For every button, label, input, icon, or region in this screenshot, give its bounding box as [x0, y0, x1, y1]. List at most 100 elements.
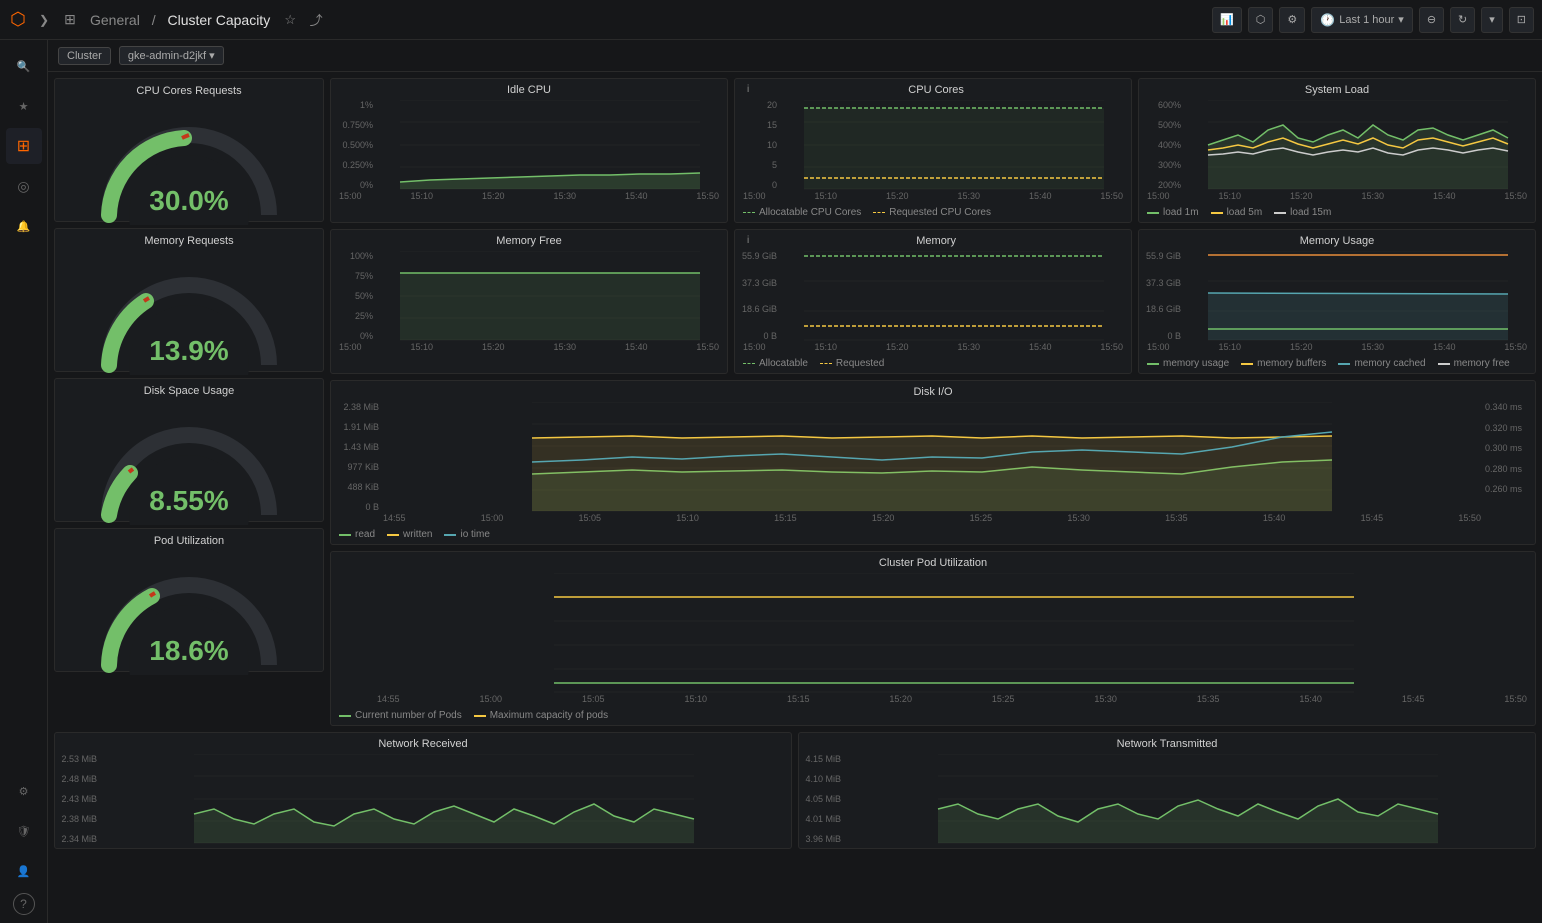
legend-dash-yellow-2	[820, 363, 832, 365]
disk-io-title: Disk I/O	[331, 381, 1535, 400]
cluster-pod-legend: Current number of Pods Maximum capacity …	[331, 708, 1535, 725]
idle-cpu-y-labels: 1% 0.750% 0.500% 0.250% 0%	[335, 100, 375, 190]
pod-utilization-value: 18.6%	[149, 635, 228, 667]
network-received-title: Network Received	[55, 733, 791, 752]
panel-memory: i Memory 55.9 GiB 37.3 GiB 18.6 GiB 0 B	[734, 229, 1132, 374]
panel-memory-usage: Memory Usage 55.9 GiB 37.3 GiB 18.6 GiB …	[1138, 229, 1536, 374]
cpu-cores-body: 20 15 10 5 0	[735, 98, 1131, 205]
grid-icon[interactable]: ⊞	[60, 10, 80, 30]
network-received-y-labels: 2.53 MiB 2.48 MiB 2.43 MiB 2.38 MiB 2.34…	[59, 754, 99, 844]
memory-usage-svg	[1185, 251, 1531, 341]
cluster-pod-chart-container: 500 400 300 200 100 0	[335, 573, 1531, 693]
legend-mem-cached: memory cached	[1338, 358, 1425, 369]
legend-line-white	[1274, 212, 1286, 214]
panel-memory-requests: Memory Requests 13.9%	[54, 228, 324, 372]
legend-read: read	[339, 529, 375, 540]
cluster-filter-label[interactable]: Cluster	[58, 47, 111, 65]
panel-disk-io: Disk I/O 2.38 MiB 1.91 MiB 1.43 MiB 977 …	[330, 380, 1536, 545]
sidebar-item-config[interactable]: ⚙	[6, 773, 42, 809]
disk-io-body: 2.38 MiB 1.91 MiB 1.43 MiB 977 KiB 488 K…	[331, 400, 1535, 527]
legend-line-green-2	[1147, 363, 1159, 365]
grafana-logo[interactable]: ⬡	[8, 10, 28, 30]
dashboard-grid: CPU Cores Requests 30.0%	[48, 72, 1542, 732]
gauges-column: CPU Cores Requests 30.0%	[54, 78, 324, 726]
sidebar-item-search[interactable]: 🔍	[6, 48, 42, 84]
pod-utilization-body: 18.6%	[55, 551, 323, 671]
legend-load-15m: load 15m	[1274, 207, 1331, 218]
legend-line-written	[387, 534, 399, 536]
panel-cpu-cores: i CPU Cores 20 15 10 5 0	[734, 78, 1132, 223]
cpu-cores-legend: Allocatable CPU Cores Requested CPU Core…	[735, 205, 1131, 222]
time-range-picker[interactable]: 🕐 Last 1 hour ▾	[1311, 7, 1413, 33]
memory-usage-chart-wrapper: 55.9 GiB 37.3 GiB 18.6 GiB 0 B	[1143, 251, 1531, 341]
kiosk-button[interactable]: ⊡	[1509, 7, 1534, 33]
settings-button[interactable]: ⚙	[1279, 7, 1305, 33]
legend-line-green	[1147, 212, 1159, 214]
legend-written: written	[387, 529, 432, 540]
idle-cpu-svg	[377, 100, 723, 190]
disk-io-chart-container: 2.38 MiB 1.91 MiB 1.43 MiB 977 KiB 488 K…	[335, 402, 1531, 523]
panel-disk-space: Disk Space Usage 8.55%	[54, 378, 324, 522]
idle-cpu-x-labels: 15:00 15:10 15:20 15:30 15:40 15:50	[335, 191, 723, 201]
memory-usage-title: Memory Usage	[1139, 230, 1535, 249]
system-load-body: 600% 500% 400% 300% 200%	[1139, 98, 1535, 205]
star-dashboard-button[interactable]: ⬡	[1248, 7, 1274, 33]
legend-mem-usage: memory usage	[1147, 358, 1229, 369]
toggle-sidebar[interactable]: ❯	[34, 10, 54, 30]
breadcrumb: General / Cluster Capacity	[86, 12, 274, 28]
sidebar-item-dashboards[interactable]: ⊞	[6, 128, 42, 164]
network-transmitted-title: Network Transmitted	[799, 733, 1535, 752]
sidebar-item-avatar[interactable]: 👤	[6, 853, 42, 889]
cpu-cores-requests-value: 30.0%	[149, 185, 228, 217]
cluster-filter-value[interactable]: gke-admin-d2jkf ▾	[119, 46, 224, 65]
cpu-cores-title: i CPU Cores	[735, 79, 1131, 98]
panel-memory-free: Memory Free 100% 75% 50% 25% 0%	[330, 229, 728, 374]
time-range-label: Last 1 hour	[1339, 14, 1394, 26]
legend-dash-yellow	[873, 212, 885, 214]
legend-io-time: io time	[444, 529, 489, 540]
sidebar-item-alerting[interactable]: 🔔	[6, 208, 42, 244]
charts-column: Idle CPU 1% 0.750% 0.500% 0.250% 0%	[330, 78, 1536, 726]
row-2-charts: Memory Free 100% 75% 50% 25% 0%	[330, 229, 1536, 374]
top-bar-right: 📊 ⬡ ⚙ 🕐 Last 1 hour ▾ ⊖ ↻ ▾ ⊡	[1212, 7, 1534, 33]
network-transmitted-body: 4.15 MiB 4.10 MiB 4.05 MiB 4.01 MiB 3.96…	[799, 752, 1535, 848]
refresh-button[interactable]: ↻	[1450, 7, 1475, 33]
breadcrumb-parent[interactable]: General	[90, 12, 140, 28]
share-icon[interactable]: ⤴	[306, 10, 326, 30]
sidebar-item-help[interactable]: ?	[13, 893, 35, 915]
memory-info-icon[interactable]: i	[743, 235, 749, 246]
cpu-cores-requests-body: 30.0%	[55, 101, 323, 221]
legend-line-read	[339, 534, 351, 536]
disk-space-body: 8.55%	[55, 401, 323, 521]
star-icon[interactable]: ☆	[280, 10, 300, 30]
legend-current-pods: Current number of Pods	[339, 710, 462, 721]
network-charts-row: Network Received 2.53 MiB 2.48 MiB 2.43 …	[48, 732, 1542, 855]
idle-cpu-body: 1% 0.750% 0.500% 0.250% 0%	[331, 98, 727, 205]
zoom-out-button[interactable]: ⊖	[1419, 7, 1444, 33]
disk-io-y-left: 2.38 MiB 1.91 MiB 1.43 MiB 977 KiB 488 K…	[335, 402, 381, 512]
memory-x-labels: 15:00 15:10 15:20 15:30 15:40 15:50	[739, 342, 1127, 352]
memory-svg	[781, 251, 1127, 341]
cpu-cores-requests-title: CPU Cores Requests	[55, 79, 323, 101]
memory-free-y-labels: 100% 75% 50% 25% 0%	[335, 251, 375, 341]
main-content: Cluster gke-admin-d2jkf ▾ CPU Cores Requ…	[48, 40, 1542, 923]
system-load-x-labels: 15:00 15:10 15:20 15:30 15:40 15:50	[1143, 191, 1531, 201]
network-transmitted-y-labels: 4.15 MiB 4.10 MiB 4.05 MiB 4.01 MiB 3.96…	[803, 754, 843, 844]
legend-line-yellow	[1211, 212, 1223, 214]
refresh-interval-button[interactable]: ▾	[1481, 7, 1503, 33]
panel-network-transmitted: Network Transmitted 4.15 MiB 4.10 MiB 4.…	[798, 732, 1536, 849]
sidebar-item-starred[interactable]: ★	[6, 88, 42, 124]
system-load-chart-wrapper: 600% 500% 400% 300% 200%	[1143, 100, 1531, 190]
memory-title: i Memory	[735, 230, 1131, 249]
sidebar-item-explore[interactable]: ◎	[6, 168, 42, 204]
dashboard-type-button[interactable]: 📊	[1212, 7, 1242, 33]
disk-io-x-labels: 14:55 15:00 15:05 15:10 15:15 15:20 15:2…	[335, 513, 1531, 523]
sidebar-item-shield[interactable]: 🛡	[6, 813, 42, 849]
cluster-pod-title: Cluster Pod Utilization	[331, 552, 1535, 571]
panel-cpu-cores-requests: CPU Cores Requests 30.0%	[54, 78, 324, 222]
panel-idle-cpu: Idle CPU 1% 0.750% 0.500% 0.250% 0%	[330, 78, 728, 223]
legend-max-pods: Maximum capacity of pods	[474, 710, 608, 721]
disk-space-value: 8.55%	[149, 485, 228, 517]
cpu-cores-info-icon[interactable]: i	[743, 84, 749, 95]
disk-space-title: Disk Space Usage	[55, 379, 323, 401]
